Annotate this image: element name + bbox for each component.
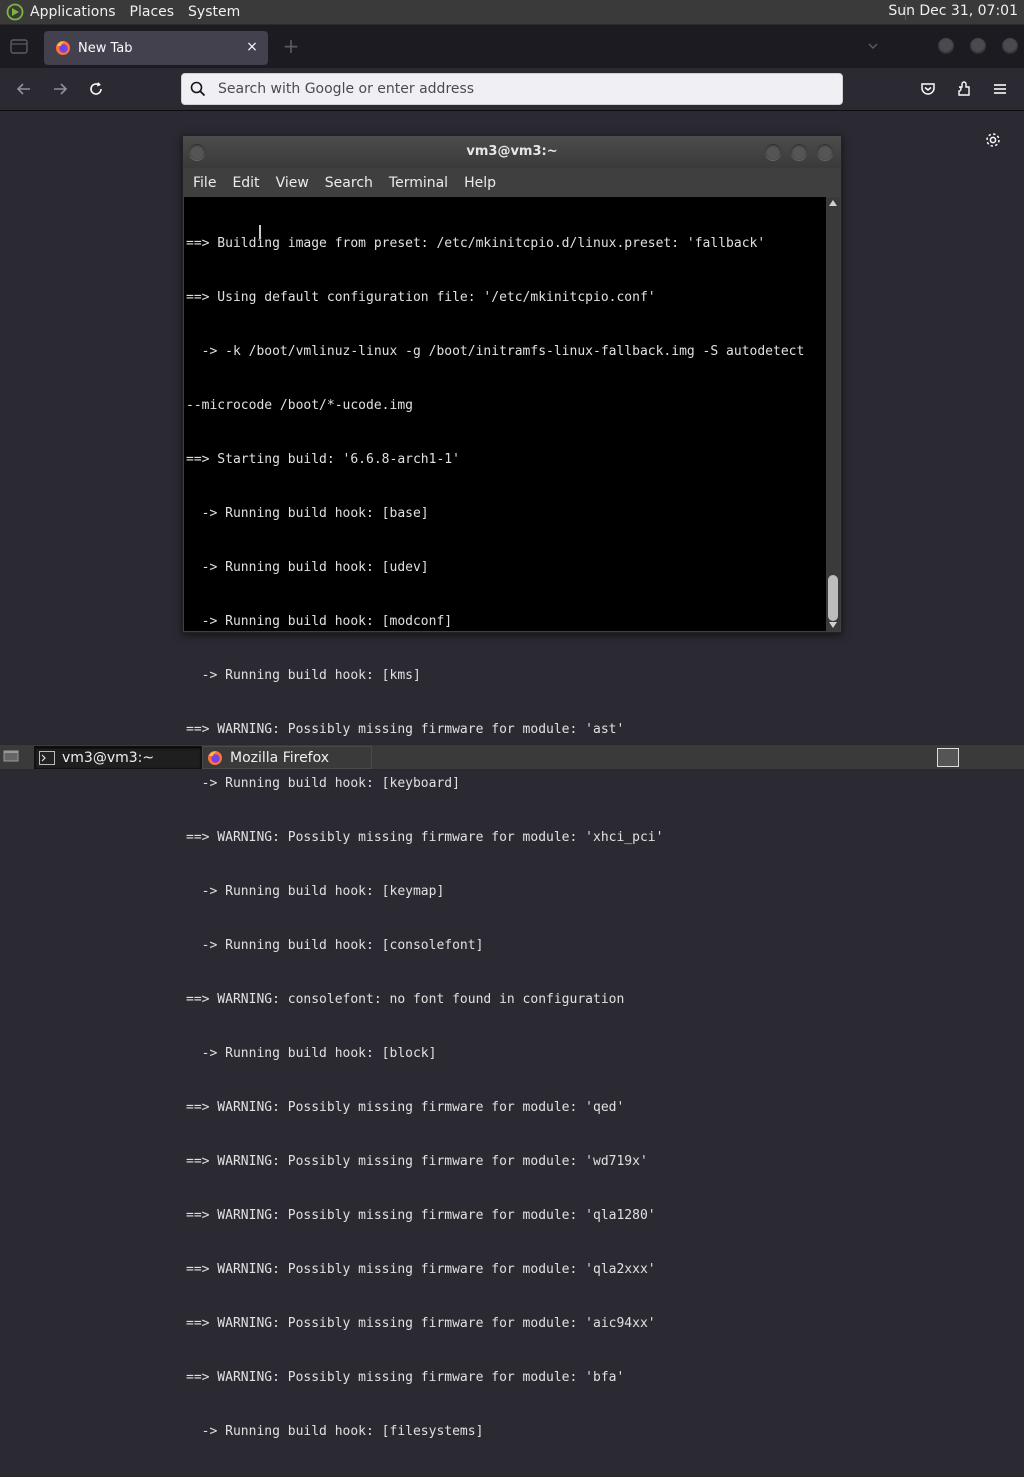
terminal-line: -> Running build hook: [modconf] [186, 614, 453, 629]
scrollbar-thumb[interactable] [828, 575, 838, 621]
close-window-button[interactable] [1002, 38, 1018, 54]
reload-icon[interactable] [84, 77, 108, 101]
terminal-line: ==> WARNING: consolefont: no font found … [186, 992, 625, 1007]
menu-search[interactable]: Search [325, 175, 373, 191]
address-bar[interactable] [181, 73, 843, 105]
terminal-minimize-button[interactable] [765, 144, 781, 160]
terminal-maximize-button[interactable] [791, 144, 807, 160]
terminal-line: -> Running build hook: [kms] [186, 668, 421, 683]
taskbar-item-label: vm3@vm3:~ [62, 749, 155, 766]
chevron-down-icon[interactable] [865, 38, 881, 54]
terminal-line: ==> Building image from preset: /etc/mki… [186, 236, 766, 251]
places-menu[interactable]: Places [130, 4, 175, 20]
tab-new-tab[interactable]: New Tab × [44, 31, 268, 65]
pocket-icon[interactable] [916, 77, 940, 101]
new-tab-button[interactable]: + [282, 36, 300, 56]
top-panel: Applications Places System Sun Dec 31, 0… [0, 0, 1024, 25]
scroll-down-arrow-icon[interactable] [829, 622, 837, 628]
terminal-line: ==> WARNING: Possibly missing firmware f… [186, 830, 664, 845]
bottom-panel: vm3@vm3:~ Mozilla Firefox [0, 744, 1024, 769]
taskbar-item-label: Mozilla Firefox [230, 749, 330, 766]
menu-view[interactable]: View [276, 175, 309, 191]
maximize-window-button[interactable] [970, 38, 986, 54]
system-menu[interactable]: System [188, 4, 240, 20]
tab-strip: New Tab × + [0, 25, 1024, 68]
menu-help[interactable]: Help [464, 175, 496, 191]
minimize-window-button[interactable] [938, 38, 954, 54]
hamburger-menu-icon[interactable] [988, 77, 1012, 101]
search-icon [190, 81, 206, 97]
terminal-line: -> Running build hook: [consolefont] [186, 938, 484, 953]
forward-arrow-icon[interactable] [48, 77, 72, 101]
tab-title: New Tab [78, 40, 133, 56]
terminal-output[interactable]: ==> Building image from preset: /etc/mki… [184, 197, 826, 1439]
close-tab-icon[interactable]: × [244, 39, 260, 55]
terminal-close-button[interactable] [817, 144, 833, 160]
terminal-line: -> Running build hook: [keyboard] [186, 776, 460, 791]
back-arrow-icon[interactable] [12, 77, 36, 101]
menu-file[interactable]: File [193, 175, 216, 191]
terminal-line: -> Running build hook: [block] [186, 1046, 437, 1061]
terminal-line: ==> WARNING: Possibly missing firmware f… [186, 1370, 625, 1385]
extensions-icon[interactable] [952, 77, 976, 101]
menu-edit[interactable]: Edit [232, 175, 259, 191]
text-cursor-icon [259, 225, 261, 239]
terminal-line: -> Running build hook: [udev] [186, 560, 429, 575]
terminal-line: ==> Starting build: '6.6.8-arch1-1' [186, 452, 460, 467]
terminal-line: -> Running build hook: [keymap] [186, 884, 445, 899]
firefox-view-icon[interactable] [10, 39, 28, 54]
terminal-titlebar[interactable]: vm3@vm3:~ [183, 136, 841, 168]
terminal-line: -> Running build hook: [filesystems] [186, 1424, 484, 1439]
terminal-scrollbar[interactable] [826, 197, 840, 631]
search-input[interactable] [216, 80, 820, 98]
scroll-up-arrow-icon[interactable] [829, 200, 837, 206]
taskbar-item-firefox[interactable]: Mozilla Firefox [202, 746, 372, 769]
terminal-line: ==> WARNING: Possibly missing firmware f… [186, 1262, 656, 1277]
terminal-menubar: File Edit View Search Terminal Help [183, 170, 841, 196]
terminal-line: ==> WARNING: Possibly missing firmware f… [186, 1154, 648, 1169]
taskbar-item-terminal[interactable]: vm3@vm3:~ [34, 746, 202, 769]
terminal-window[interactable]: vm3@vm3:~ File Edit View Search Terminal… [182, 135, 842, 1439]
firefox-icon [207, 750, 223, 766]
gear-icon[interactable] [984, 131, 1002, 149]
terminal-title: vm3@vm3:~ [466, 144, 558, 159]
navigation-bar [0, 68, 1024, 111]
terminal-line: ==> WARNING: Possibly missing firmware f… [186, 1316, 656, 1331]
terminal-line: ==> WARNING: Possibly missing firmware f… [186, 722, 625, 737]
terminal-line: ==> WARNING: Possibly missing firmware f… [186, 1100, 625, 1115]
terminal-line: -> Running build hook: [base] [186, 506, 429, 521]
terminal-line: -> -k /boot/vmlinuz-linux -g /boot/initr… [186, 344, 805, 359]
workspace-switcher[interactable] [937, 748, 959, 767]
menu-terminal[interactable]: Terminal [389, 175, 448, 191]
firefox-icon [55, 40, 71, 56]
terminal-line: ==> Using default configuration file: '/… [186, 290, 656, 305]
applications-menu[interactable]: Applications [30, 4, 116, 20]
terminal-line: ==> WARNING: Possibly missing firmware f… [186, 1208, 656, 1223]
show-desktop-icon[interactable] [3, 749, 19, 763]
clock[interactable]: Sun Dec 31, 07:01 [888, 3, 1018, 19]
terminal-line: --microcode /boot/*-ucode.img [186, 398, 413, 413]
terminal-icon [39, 750, 55, 766]
distro-logo-icon[interactable] [6, 3, 24, 21]
